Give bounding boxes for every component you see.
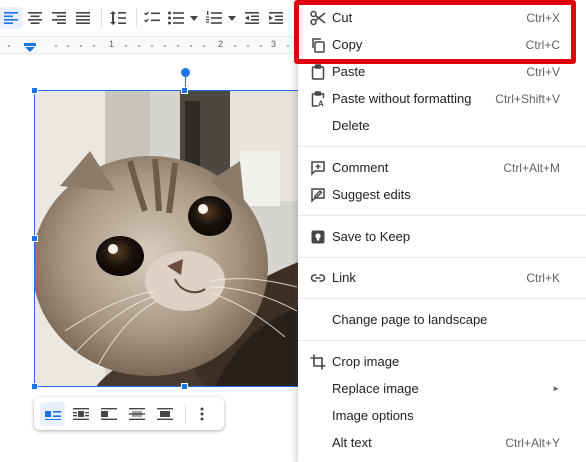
align-justify-icon[interactable] (72, 7, 94, 29)
clipboard-icon (309, 63, 327, 81)
toolbar-divider (100, 9, 102, 27)
menu-item-label: Crop image (332, 354, 400, 369)
menu-item-label: Paste without formatting (332, 91, 472, 106)
in-front-of-text-icon[interactable] (153, 402, 178, 426)
menu-item-save-to-keep[interactable]: Save to Keep (298, 223, 586, 250)
ruler-number: 1 (109, 39, 115, 49)
crop-icon (309, 353, 327, 371)
menu-item-label: Comment (332, 160, 389, 175)
menu-item-label: Paste (332, 64, 366, 79)
menu-divider (298, 215, 586, 216)
menu-item-label: Alt text (332, 435, 372, 450)
wrap-text-icon[interactable] (68, 402, 93, 426)
comment-icon (309, 159, 327, 177)
menu-item-delete[interactable]: Delete (298, 112, 586, 139)
clipboard-text-icon: A (309, 90, 327, 108)
behind-text-icon[interactable] (125, 402, 150, 426)
resize-handle-bottom[interactable] (181, 383, 188, 390)
resize-handle-top[interactable] (181, 87, 188, 94)
more-options-icon[interactable] (190, 402, 215, 426)
inline-icon[interactable] (40, 401, 66, 426)
align-center-icon[interactable] (24, 7, 46, 29)
menu-item-label: Save to Keep (332, 229, 411, 244)
menu-item-label: Delete (332, 118, 370, 133)
svg-text:A: A (318, 99, 324, 107)
link-icon (309, 269, 327, 287)
suggest-edits-icon (309, 186, 327, 204)
line-spacing-icon[interactable] (107, 7, 129, 29)
resize-handle-bottom-left[interactable] (31, 383, 38, 390)
menu-divider (298, 146, 586, 147)
menu-divider (298, 257, 586, 258)
decrease-indent-icon[interactable] (241, 7, 263, 29)
image-wrap-toolbar (34, 397, 224, 430)
menu-item-shortcut: Ctrl+Alt+Y (505, 435, 560, 450)
checklist-icon[interactable] (142, 7, 164, 29)
menu-item-label: Change page to landscape (332, 312, 488, 327)
menu-item-comment[interactable]: Comment Ctrl+Alt+M (298, 154, 586, 181)
cat-image[interactable] (34, 90, 300, 387)
ruler: 1 2 3 (0, 36, 300, 54)
menu-item-shortcut: Ctrl+Shift+V (495, 91, 560, 106)
menu-item-image-options[interactable]: Image options (298, 402, 586, 429)
menu-divider (298, 340, 586, 341)
bulleted-list-icon[interactable] (165, 7, 187, 29)
increase-indent-icon[interactable] (265, 7, 287, 29)
numbered-list-icon[interactable] (203, 7, 225, 29)
keep-icon (309, 228, 327, 246)
ruler-number: 2 (218, 39, 224, 49)
menu-item-suggest-edits[interactable]: Suggest edits (298, 181, 586, 208)
ruler-number: 3 (271, 39, 277, 49)
cat-photo (35, 91, 300, 386)
chevron-down-icon[interactable] (189, 7, 199, 29)
menu-item-label: Link (332, 270, 356, 285)
resize-handle-top-left[interactable] (31, 87, 38, 94)
align-right-icon[interactable] (48, 7, 70, 29)
menu-item-replace-image[interactable]: Replace image ► (298, 375, 586, 402)
menu-item-shortcut: Ctrl+V (526, 64, 560, 79)
toolbar-divider (135, 9, 137, 27)
highlight-box (294, 0, 576, 64)
menu-item-paste-without-formatting[interactable]: A Paste without formatting Ctrl+Shift+V (298, 85, 586, 112)
align-left-icon[interactable] (0, 7, 22, 29)
context-menu: Cut Ctrl+X Copy Ctrl+C Paste Ctrl+V A Pa… (298, 0, 586, 462)
menu-item-shortcut: Ctrl+K (526, 270, 560, 285)
resize-handle-left[interactable] (31, 235, 38, 242)
menu-item-shortcut: Ctrl+Alt+M (503, 160, 560, 175)
formatting-toolbar (0, 0, 300, 36)
toolbar-divider (184, 403, 186, 424)
menu-item-label: Image options (332, 408, 414, 423)
menu-item-label: Suggest edits (332, 187, 411, 202)
screen: 1 2 3 Cut Ctrl+X Copy Ctrl+C Paste Ctrl+… (0, 0, 586, 462)
menu-item-link[interactable]: Link Ctrl+K (298, 264, 586, 291)
menu-item-crop-image[interactable]: Crop image (298, 348, 586, 375)
menu-item-change-page-to-landscape[interactable]: Change page to landscape (298, 306, 586, 333)
chevron-down-icon[interactable] (227, 7, 237, 29)
break-text-icon[interactable] (96, 402, 121, 426)
menu-item-label: Replace image (332, 381, 419, 396)
menu-divider (298, 298, 586, 299)
menu-item-alt-text[interactable]: Alt text Ctrl+Alt+Y (298, 429, 586, 456)
submenu-arrow-icon: ► (552, 384, 560, 393)
